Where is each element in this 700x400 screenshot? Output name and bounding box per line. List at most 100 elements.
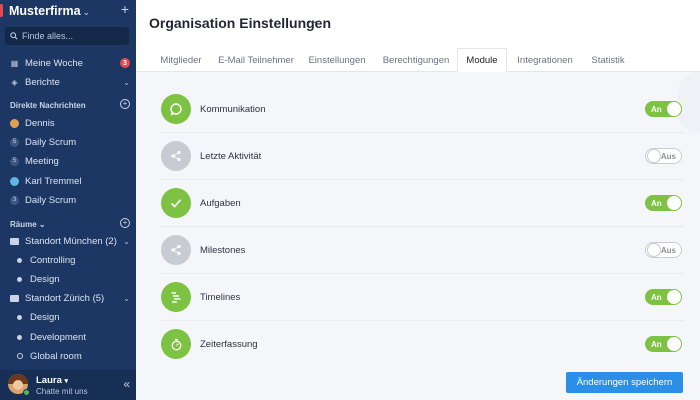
share-icon (161, 235, 191, 265)
sidebar-item-label: Controlling (30, 254, 76, 266)
avatar (10, 176, 19, 186)
search-placeholder: Finde alles... (22, 31, 74, 41)
sidebar-item-controlling[interactable]: Controlling (15, 252, 135, 268)
toggle-label: An (651, 292, 662, 302)
layers-icon: ◈ (11, 77, 18, 87)
member-count: 5 (10, 137, 19, 147)
module-toggle[interactable]: An (645, 101, 682, 117)
sidebar-item-daily-scrum-2[interactable]: 3 Daily Scrum (10, 192, 130, 208)
organization-name: Musterfirma (9, 4, 81, 18)
add-room-icon[interactable]: + (120, 218, 130, 228)
organization-switcher[interactable]: Musterfirma ⌄ (9, 4, 90, 18)
tab-berechtigungen[interactable]: Berechtigungen (376, 48, 456, 72)
calendar-icon: ▦ (10, 58, 19, 68)
stopwatch-icon (161, 329, 191, 359)
module-toggle[interactable]: Aus (645, 242, 682, 258)
module-label: Zeiterfassung (200, 339, 258, 350)
caret-down-icon: ▾ (64, 378, 69, 385)
chevron-down-icon: ⌄ (82, 7, 91, 17)
brand-mark (0, 4, 3, 17)
user-footer: Laura ▾ Chatte mit uns « (0, 370, 136, 400)
member-count: 3 (10, 195, 19, 205)
sidebar-folder-zuerich[interactable]: Standort Zürich (5) ⌄ (10, 290, 130, 306)
chat-bubble-icon (161, 94, 191, 124)
tab-module[interactable]: Module (457, 48, 507, 73)
toggle-knob (667, 102, 681, 116)
sidebar-item-label: Standort Zürich (5) (25, 292, 105, 304)
chevron-down-icon: ⌄ (123, 236, 130, 246)
module-toggle[interactable]: An (645, 195, 682, 211)
more-options-icon[interactable]: ··· (307, 13, 324, 29)
member-count: 5 (10, 156, 19, 166)
avatar-face (13, 380, 23, 390)
sidebar-item-berichte[interactable]: ◈ Berichte ⌄ (10, 74, 130, 90)
sidebar-item-label: Design (30, 311, 60, 323)
add-direct-message-icon[interactable]: + (120, 99, 130, 109)
tab-email-teilnehmer[interactable]: E-Mail Teilnehmer (214, 48, 298, 72)
chevron-down-icon: ⌄ (38, 220, 46, 229)
module-row-zeiterfassung: Zeiterfassung An (160, 321, 684, 368)
section-title: Räume (10, 220, 37, 229)
room-dot-icon (17, 334, 22, 340)
add-icon[interactable]: + (121, 1, 129, 17)
sidebar-item-label: Karl Tremmel (25, 175, 82, 187)
room-dot-icon (17, 276, 22, 282)
tab-mitglieder[interactable]: Mitglieder (150, 48, 212, 72)
sidebar-item-label: Daily Scrum (25, 194, 77, 206)
user-menu[interactable]: Laura ▾ (36, 375, 68, 386)
checkmark-icon (161, 188, 191, 218)
sidebar-item-daily-scrum[interactable]: 5 Daily Scrum (10, 134, 130, 150)
tab-integrationen[interactable]: Integrationen (509, 48, 581, 72)
sidebar-item-label: Berichte (25, 76, 60, 88)
folder-icon (10, 237, 19, 245)
module-row-timelines: Timelines An (160, 274, 684, 321)
sidebar-item-design[interactable]: Design (15, 271, 135, 287)
toggle-knob (667, 337, 681, 351)
sidebar-item-dennis[interactable]: Dennis (10, 115, 130, 131)
toggle-label: An (651, 198, 662, 208)
module-toggle[interactable]: Aus (645, 148, 682, 164)
sidebar-item-meeting[interactable]: 5 Meeting (10, 153, 130, 169)
module-label: Milestones (200, 245, 246, 256)
module-row-kommunikation: Kommunikation An (160, 86, 684, 133)
sidebar-item-label: Global room (30, 350, 82, 362)
toggle-knob (647, 149, 661, 163)
timeline-icon (161, 282, 191, 312)
toggle-knob (667, 196, 681, 210)
module-label: Kommunikation (200, 104, 266, 115)
chevron-down-icon: ⌄ (123, 293, 130, 303)
tab-einstellungen[interactable]: Einstellungen (300, 48, 374, 72)
save-changes-button[interactable]: Änderungen speichern (566, 372, 683, 393)
sidebar-item-label: Meeting (25, 155, 59, 167)
room-dot-icon (17, 257, 22, 263)
sidebar-folder-muenchen[interactable]: Standort München (2) ⌄ (10, 233, 130, 249)
user-status-text: Chatte mit uns (36, 387, 88, 396)
toggle-label: Aus (660, 151, 676, 161)
module-label: Timelines (200, 292, 241, 303)
room-open-icon (17, 353, 23, 359)
module-toggle[interactable]: An (645, 289, 682, 305)
module-toggle[interactable]: An (645, 336, 682, 352)
toggle-label: An (651, 339, 662, 349)
online-status-icon (23, 389, 30, 396)
sidebar: Musterfirma ⌄ + Finde alles... ▦ Meine Wo… (0, 0, 136, 400)
sidebar-item-karl-tremmel[interactable]: Karl Tremmel (10, 173, 130, 189)
toggle-label: An (651, 104, 662, 114)
sidebar-item-label: Standort München (2) (25, 235, 117, 247)
sidebar-item-design-2[interactable]: Design (15, 309, 135, 325)
collapse-sidebar-icon[interactable]: « (123, 377, 130, 391)
sidebar-item-global-room[interactable]: Global room (15, 348, 135, 364)
rooms-header: Räume ⌄ + (10, 218, 130, 229)
sidebar-item-development[interactable]: Development (15, 329, 135, 345)
sidebar-item-meine-woche[interactable]: ▦ Meine Woche 3 (10, 55, 130, 71)
section-title: Direkte Nachrichten (10, 101, 86, 110)
direct-messages-header: Direkte Nachrichten + (10, 99, 130, 110)
notification-badge: 3 (120, 58, 130, 68)
page-title: Organisation Einstellungen (149, 15, 332, 31)
search-input[interactable]: Finde alles... (5, 27, 129, 45)
tab-statistik[interactable]: Statistik (583, 48, 633, 72)
module-row-letzte-aktivitaet: Letzte Aktivität Aus (160, 133, 684, 180)
sidebar-item-label: Development (30, 331, 86, 343)
sidebar-item-label: Daily Scrum (25, 136, 77, 148)
sidebar-item-label: Dennis (25, 117, 55, 129)
